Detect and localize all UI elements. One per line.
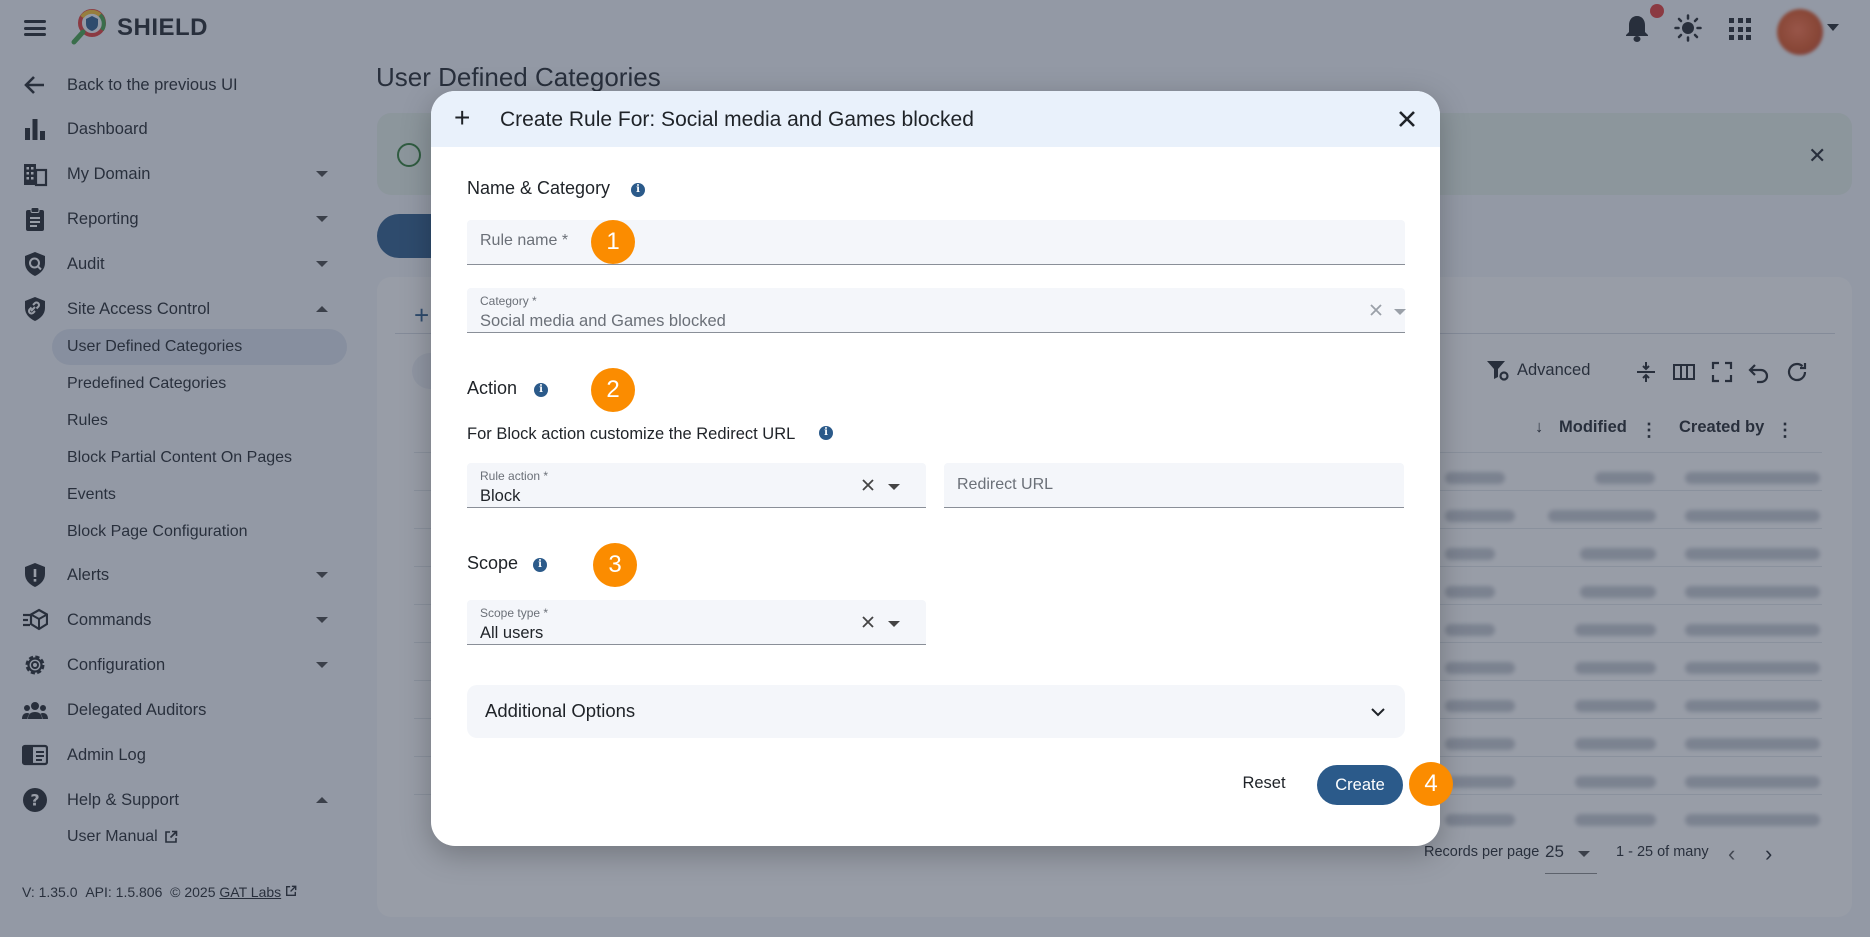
create-rule-dialog: + Create Rule For: Social media and Game…: [431, 91, 1440, 846]
step-badge-2: 2: [591, 368, 635, 412]
chevron-down-icon: [1394, 309, 1406, 315]
section-scope: Scope: [467, 553, 519, 573]
clear-icon[interactable]: [860, 477, 876, 493]
chevron-down-icon[interactable]: [888, 621, 900, 627]
scope-type-select[interactable]: Scope type * All users: [467, 600, 926, 645]
close-icon[interactable]: [1393, 105, 1421, 133]
step-badge-1: 1: [591, 220, 635, 264]
step-badge-3: 3: [593, 543, 637, 587]
info-icon[interactable]: i: [533, 558, 547, 572]
action-helper-text: For Block action customize the Redirect …: [467, 425, 796, 443]
step-badge-4: 4: [1409, 762, 1453, 806]
additional-options-accordion[interactable]: Additional Options: [467, 685, 1405, 738]
category-select: Category * Social media and Games blocke…: [467, 288, 1406, 333]
info-icon[interactable]: i: [631, 183, 645, 197]
reset-button[interactable]: Reset: [1231, 765, 1297, 801]
redirect-url-input[interactable]: Redirect URL: [944, 463, 1404, 508]
plus-icon: +: [454, 102, 471, 133]
rule-action-select[interactable]: Rule action * Block: [467, 463, 926, 508]
info-icon[interactable]: i: [534, 383, 548, 397]
clear-icon[interactable]: [860, 614, 876, 630]
section-name-category: Name & Category: [467, 178, 611, 198]
clear-icon: [1370, 304, 1382, 316]
chevron-down-icon: [1371, 708, 1385, 717]
create-button[interactable]: Create: [1317, 765, 1403, 805]
dialog-header: + Create Rule For: Social media and Game…: [431, 91, 1440, 147]
chevron-down-icon[interactable]: [888, 484, 900, 490]
info-icon[interactable]: i: [819, 426, 833, 440]
dialog-title: Create Rule For: Social media and Games …: [500, 108, 974, 131]
section-action: Action: [467, 378, 518, 398]
